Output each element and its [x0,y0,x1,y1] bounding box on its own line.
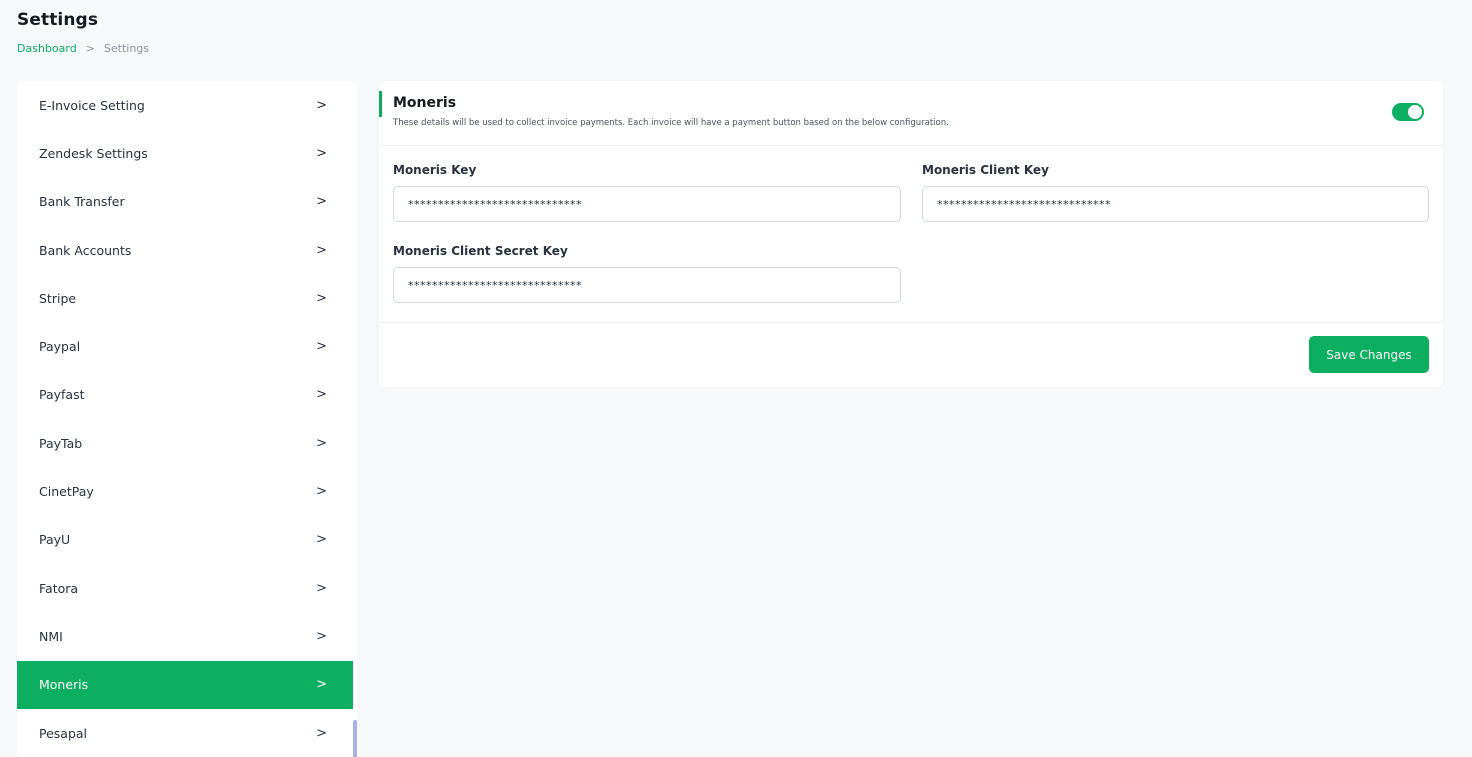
sidebar-item-label: NMI [39,628,63,644]
moneris-client-secret-key-input[interactable]: ***************************** [393,267,901,303]
settings-sidebar: E-Invoice Setting > Zendesk Settings > B… [17,81,357,757]
sidebar-item-label: E-Invoice Setting [39,97,145,113]
moneris-key-input[interactable]: ***************************** [393,186,901,222]
toggle-knob [1408,105,1422,119]
moneris-client-key-label: Moneris Client Key [922,163,1049,177]
moneris-client-key-input[interactable]: ***************************** [922,186,1429,222]
sidebar-item-label: Bank Accounts [39,242,132,258]
chevron-right-icon: > [316,290,327,306]
sidebar-item-paypal[interactable]: Paypal > [17,322,353,370]
sidebar-item-label: PayTab [39,435,83,451]
card-header: Moneris These details will be used to co… [379,81,1443,146]
sidebar-item-moneris[interactable]: Moneris > [17,660,353,709]
sidebar-item-payfast[interactable]: Payfast > [17,371,353,419]
sidebar-item-payu[interactable]: PayU > [17,516,353,564]
chevron-right-icon: > [316,435,327,451]
sidebar-item-e-invoice-setting[interactable]: E-Invoice Setting > [17,81,353,129]
sidebar-item-stripe[interactable]: Stripe > [17,274,353,322]
moneris-enable-toggle[interactable] [1392,103,1424,121]
sidebar-item-label: Zendesk Settings [39,145,148,161]
chevron-right-icon: > [316,580,327,596]
sidebar-item-label: Moneris [39,677,89,693]
moneris-key-label: Moneris Key [393,163,477,177]
chevron-right-icon: > [316,194,327,210]
chevron-right-icon: > [316,387,327,403]
save-changes-button[interactable]: Save Changes [1309,336,1429,373]
chevron-right-icon: > [316,97,327,113]
page-title: Settings [17,10,99,30]
chevron-right-icon: > [316,242,327,258]
chevron-right-icon: > [316,484,327,500]
chevron-right-icon: > [316,677,327,693]
card-body: Moneris Key ****************************… [379,146,1443,323]
sidebar-item-bank-accounts[interactable]: Bank Accounts > [17,226,353,274]
chevron-right-icon: > [316,145,327,161]
moneris-client-secret-key-label: Moneris Client Secret Key [393,244,568,258]
sidebar-item-paytab[interactable]: PayTab > [17,419,353,467]
sidebar-item-bank-transfer[interactable]: Bank Transfer > [17,178,353,226]
breadcrumb-separator-icon: > [85,42,95,55]
breadcrumb-current: Settings [103,42,150,55]
breadcrumb: Dashboard > Settings [17,42,149,55]
sidebar-item-cinetpay[interactable]: CinetPay > [17,467,353,515]
sidebar-scrollbar[interactable] [353,720,357,757]
sidebar-item-label: Fatora [39,580,79,596]
sidebar-item-label: Paypal [39,339,81,355]
sidebar-item-label: Bank Transfer [39,194,125,210]
sidebar-item-label: PayU [39,532,71,548]
chevron-right-icon: > [316,532,327,548]
card-description: These details will be used to collect in… [393,118,949,128]
chevron-right-icon: > [316,725,327,741]
header-accent-bar [379,91,382,117]
chevron-right-icon: > [316,628,327,644]
sidebar-item-pesapal[interactable]: Pesapal > [17,709,353,757]
sidebar-item-label: Pesapal [39,725,88,741]
sidebar-item-label: CinetPay [39,484,94,500]
breadcrumb-dashboard-link[interactable]: Dashboard [17,42,77,55]
sidebar-item-zendesk-settings[interactable]: Zendesk Settings > [17,129,353,177]
chevron-right-icon: > [316,339,327,355]
moneris-settings-card: Moneris These details will be used to co… [379,81,1443,387]
sidebar-item-fatora[interactable]: Fatora > [17,564,353,612]
sidebar-item-nmi[interactable]: NMI > [17,612,353,660]
sidebar-item-label: Stripe [39,290,77,306]
card-title: Moneris [393,95,457,111]
sidebar-item-label: Payfast [39,387,85,403]
